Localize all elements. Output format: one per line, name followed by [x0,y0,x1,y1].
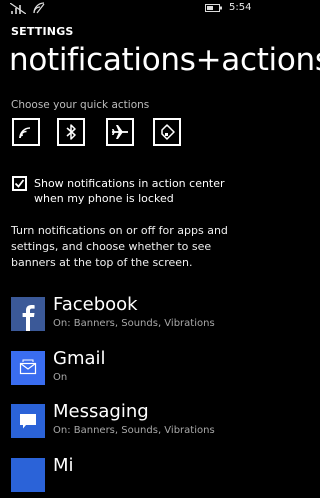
quick-action-airplane[interactable] [106,118,134,146]
mail-icon [11,351,45,385]
app-row-messaging[interactable]: Messaging On: Banners, Sounds, Vibration… [0,401,262,444]
app-status: On [53,372,68,383]
app-row-partial[interactable]: Mi [0,455,262,498]
app-status: On: Banners, Sounds, Vibrations [53,425,215,436]
wifi-icon [19,127,31,139]
status-bar: 5:54 [0,0,262,18]
app-status: On: Banners, Sounds, Vibrations [53,318,215,329]
facebook-icon [11,297,45,331]
app-icon [11,458,45,492]
bluetooth-icon [66,124,76,140]
description-text: Turn notifications on or off for apps an… [11,224,228,269]
battery-icon [205,4,222,12]
airplane-mode-icon [112,125,128,139]
quick-actions-label: Choose your quick actions [11,99,150,111]
page-label: SETTINGS [11,25,74,38]
checkmark-icon [14,179,25,188]
app-row-facebook[interactable]: Facebook On: Banners, Sounds, Vibrations [0,294,262,337]
app-row-gmail[interactable]: Gmail On [0,348,262,391]
quick-action-bluetooth[interactable] [57,118,85,146]
app-name: Gmail [53,348,106,369]
page-title: notifications+actions [9,42,320,78]
status-time: 5:54 [229,2,252,13]
signal-strength-icon [10,3,26,14]
location-icon [161,124,175,140]
lock-notifications-label[interactable]: Show notifications in action center when… [34,176,254,206]
app-name: Mi [53,455,74,476]
app-name: Facebook [53,294,138,315]
message-icon [11,404,45,438]
wifi-status-icon [33,2,45,14]
quick-action-wifi[interactable] [12,118,40,146]
app-name: Messaging [53,401,149,422]
quick-action-location[interactable] [153,118,181,146]
lock-notifications-checkbox[interactable] [12,176,27,191]
